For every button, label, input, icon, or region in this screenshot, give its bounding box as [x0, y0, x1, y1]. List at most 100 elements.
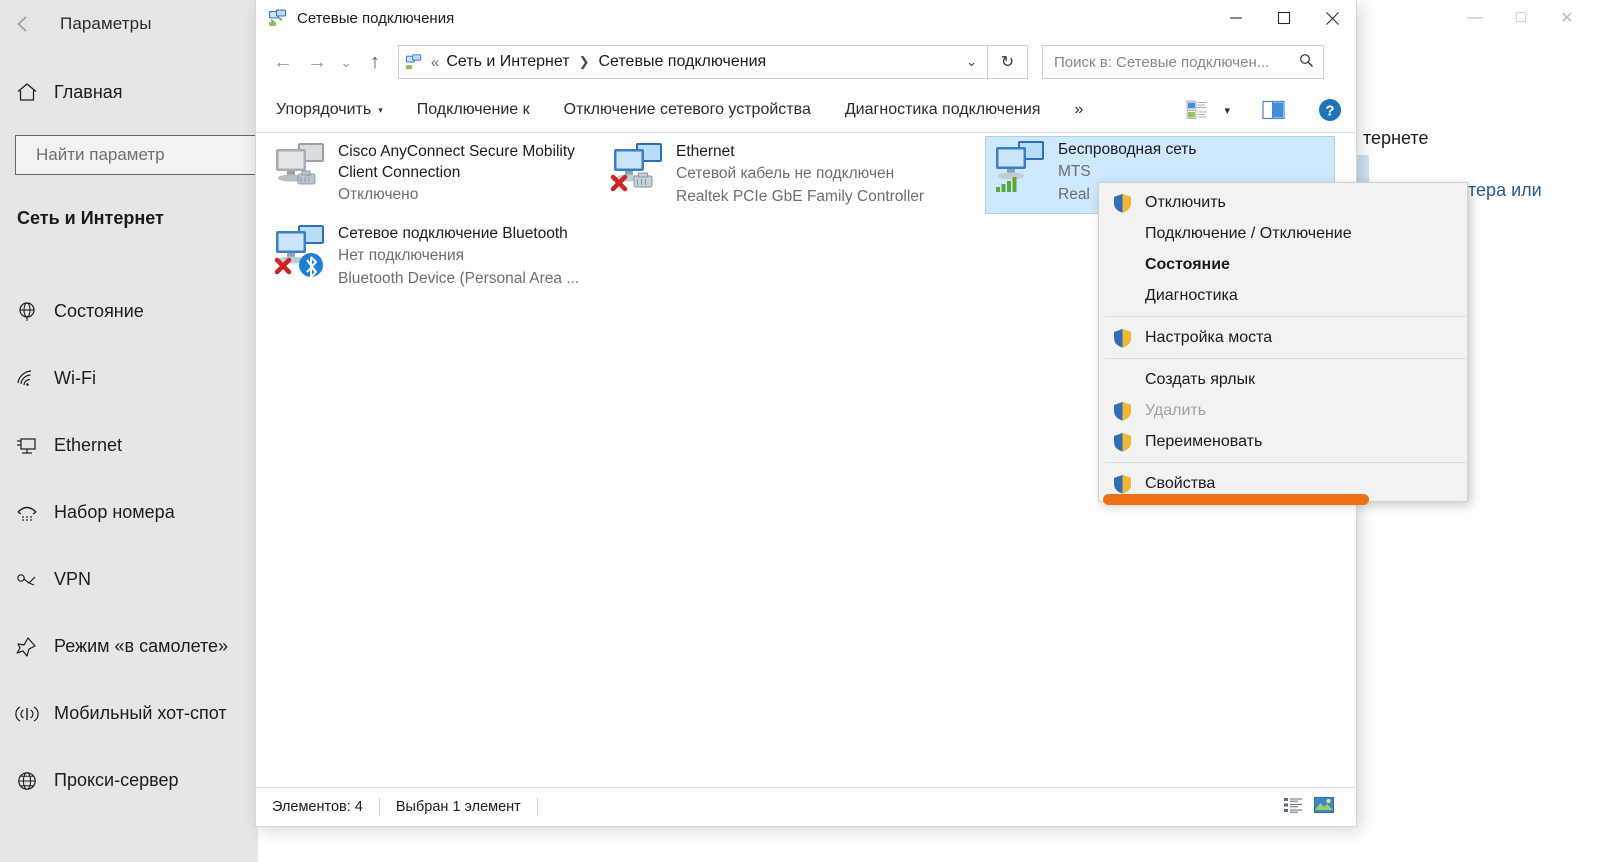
minimize-button[interactable]	[1212, 0, 1260, 36]
sidebar-item-vpn-label: VPN	[54, 569, 92, 589]
context-menu-item-connect-disconnect-label: Подключение / Отключение	[1145, 224, 1352, 242]
explorer-title: Сетевые подключения	[297, 9, 455, 27]
address-dropdown-icon[interactable]: ⌄	[966, 54, 977, 70]
connection-bluetooth-name: Сетевое подключение Bluetooth	[338, 225, 568, 242]
context-menu-item-status-label: Состояние	[1145, 255, 1230, 273]
context-menu: Отключить Подключение / Отключение Состо…	[1098, 182, 1468, 505]
command-bar-right-group: ▾ ?	[1186, 98, 1342, 122]
network-adapter-disabled-icon	[270, 139, 338, 199]
command-disable-device-label: Отключение сетевого устройства	[563, 101, 811, 118]
command-organize-label: Упорядочить	[276, 101, 372, 118]
command-connect-to-label: Подключение к	[416, 101, 530, 118]
sidebar-item-status-label: Состояние	[54, 301, 144, 321]
breadcrumb-item-connections[interactable]: Сетевые подключения	[598, 53, 766, 71]
context-menu-item-create-shortcut-label: Создать ярлык	[1145, 370, 1256, 388]
command-diagnose[interactable]: Диагностика подключения	[845, 101, 1041, 119]
chevron-down-icon: ▾	[378, 104, 383, 115]
sidebar-item-airplane-mode-label: Режим «в самолете»	[54, 636, 229, 656]
command-diagnose-label: Диагностика подключения	[844, 101, 1041, 118]
connection-cisco-name2: Client Connection	[338, 164, 461, 181]
sidebar-item-airplane-mode[interactable]: Режим «в самолете»	[0, 613, 258, 680]
details-view-icon[interactable]	[1284, 797, 1302, 818]
explorer-search-box[interactable]: Поиск в: Сетевые подключен...	[1042, 45, 1324, 79]
connection-item-cisco[interactable]: Cisco AnyConnect Secure Mobility Client …	[270, 139, 620, 206]
context-menu-item-connect-disconnect[interactable]: Подключение / Отключение	[1099, 218, 1467, 249]
context-menu-item-bridge[interactable]: Настройка моста	[1099, 322, 1467, 353]
back-arrow-icon[interactable]	[0, 1, 46, 47]
address-network-icon	[405, 54, 422, 70]
command-overflow-icon[interactable]: »	[1074, 101, 1083, 119]
settings-search-box[interactable]	[15, 135, 275, 175]
address-bar[interactable]: « Сеть и Интернет ❯ Сетевые подключения …	[398, 45, 988, 79]
settings-nav-list: Состояние Wi-Fi Ethernet Набор номера VP…	[0, 278, 258, 814]
settings-title: Параметры	[60, 14, 152, 33]
connection-ethernet-status: Сетевой кабель не подключен	[676, 165, 895, 182]
close-button[interactable]	[1308, 0, 1356, 36]
sidebar-item-ethernet-label: Ethernet	[54, 435, 123, 455]
context-menu-item-diagnose[interactable]: Диагностика	[1099, 280, 1467, 311]
wifi-icon	[0, 368, 54, 390]
bg-close-button[interactable]: ✕	[1544, 2, 1590, 34]
sidebar-item-home[interactable]: Главная	[0, 70, 258, 114]
sidebar-item-dialup[interactable]: Набор номера	[0, 479, 258, 546]
status-selection: Выбран 1 элемент	[395, 799, 521, 815]
sidebar-item-ethernet[interactable]: Ethernet	[0, 412, 258, 479]
help-icon[interactable]: ?	[1318, 98, 1342, 122]
airplane-icon	[0, 636, 54, 658]
explorer-navigation-row: ← → ⌄ ↑ « Сеть и Интернет ❯ Сетевые подк…	[256, 36, 1356, 88]
refresh-button-icon[interactable]: ↻	[988, 45, 1028, 79]
svg-text:?: ?	[1325, 103, 1334, 120]
connection-item-bluetooth[interactable]: Сетевое подключение Bluetooth Нет подклю…	[270, 221, 620, 290]
connection-bluetooth-text: Сетевое подключение Bluetooth Нет подклю…	[338, 221, 579, 290]
shield-icon	[1113, 328, 1145, 348]
vpn-icon	[0, 569, 54, 591]
context-menu-item-properties[interactable]: Свойства	[1099, 468, 1467, 505]
bg-minimize-button[interactable]: —	[1452, 2, 1498, 34]
context-menu-item-diagnose-label: Диагностика	[1145, 286, 1238, 304]
sidebar-item-wifi[interactable]: Wi-Fi	[0, 345, 258, 412]
search-icon[interactable]	[1299, 53, 1314, 72]
back-button-icon[interactable]: ←	[266, 45, 300, 79]
sidebar-item-vpn[interactable]: VPN	[0, 546, 258, 613]
breadcrumb-item-network[interactable]: Сеть и Интернет	[446, 53, 569, 71]
explorer-search-placeholder: Поиск в: Сетевые подключен...	[1054, 53, 1270, 71]
background-text-fragment-2: тера или	[1468, 180, 1542, 200]
large-icons-view-icon[interactable]	[1314, 796, 1334, 818]
address-prefix: «	[431, 53, 440, 71]
command-disable-device[interactable]: Отключение сетевого устройства	[564, 101, 811, 119]
context-menu-item-rename[interactable]: Переименовать	[1099, 426, 1467, 457]
up-button-icon[interactable]: ↑	[358, 45, 392, 79]
sidebar-item-proxy-label: Прокси-сервер	[54, 770, 179, 790]
status-divider-2	[536, 798, 538, 816]
view-layout-caret-icon[interactable]: ▾	[1224, 104, 1230, 117]
view-layout-icon[interactable]	[1186, 100, 1208, 120]
context-menu-separator-2	[1105, 358, 1467, 359]
shield-icon	[1113, 474, 1145, 494]
maximize-button[interactable]	[1260, 0, 1308, 36]
context-menu-item-rename-label: Переименовать	[1145, 432, 1263, 450]
context-menu-item-disable[interactable]: Отключить	[1099, 187, 1467, 218]
context-menu-item-disable-label: Отключить	[1145, 193, 1226, 211]
command-organize[interactable]: Упорядочить ▾	[276, 101, 383, 119]
connection-ethernet-name: Ethernet	[676, 143, 735, 160]
context-menu-item-status[interactable]: Состояние	[1099, 249, 1467, 280]
connection-item-ethernet[interactable]: Ethernet Сетевой кабель не подключен Rea…	[608, 139, 938, 208]
context-menu-item-properties-label: Свойства	[1145, 474, 1216, 492]
preview-pane-icon[interactable]	[1262, 100, 1286, 120]
ethernet-icon	[0, 435, 54, 457]
network-adapter-unplugged-icon	[608, 139, 676, 199]
bg-maximize-button[interactable]: □	[1498, 2, 1544, 34]
context-menu-item-create-shortcut[interactable]: Создать ярлык	[1099, 364, 1467, 395]
sidebar-item-status[interactable]: Состояние	[0, 278, 258, 345]
command-connect-to[interactable]: Подключение к	[417, 101, 530, 119]
connection-bluetooth-adapter: Bluetooth Device (Personal Area ...	[338, 270, 580, 287]
sidebar-item-mobile-hotspot[interactable]: Мобильный хот-спот	[0, 680, 258, 747]
search-input[interactable]	[34, 144, 258, 166]
connection-wireless-status: MTS	[1058, 163, 1091, 180]
recent-locations-icon[interactable]: ⌄	[334, 45, 358, 79]
background-text-fragment-1: тернете	[1363, 128, 1429, 148]
forward-button-icon[interactable]: →	[300, 45, 334, 79]
bluetooth-adapter-icon	[270, 221, 338, 281]
shield-icon	[1113, 432, 1145, 452]
sidebar-item-proxy[interactable]: Прокси-сервер	[0, 747, 258, 814]
